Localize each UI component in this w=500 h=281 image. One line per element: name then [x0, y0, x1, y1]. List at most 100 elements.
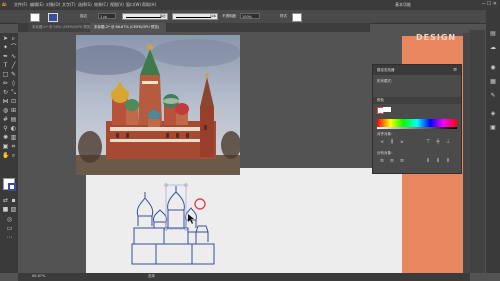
cursor-highlight-icon — [194, 198, 206, 210]
type-tool-icon[interactable]: T — [2, 62, 9, 69]
opacity-field[interactable]: 100% — [240, 13, 260, 19]
menu-edit[interactable]: 编辑(E) — [30, 2, 44, 8]
width-tool-icon[interactable]: ⋈ — [2, 98, 9, 105]
workspace-switcher[interactable]: 基本功能 — [395, 2, 411, 8]
selection-tool-icon[interactable]: ➤ — [2, 35, 9, 42]
eyedropper-tool-icon[interactable]: ⚲ — [2, 125, 9, 132]
slice-tool-icon[interactable]: ⌗ — [10, 143, 17, 150]
distribute-vcenter-icon[interactable]: ≡ — [389, 158, 395, 164]
pen-tool-icon[interactable]: ✒ — [2, 53, 9, 60]
artboard-tool-icon[interactable]: ▣ — [2, 143, 9, 150]
mesh-tool-icon[interactable]: # — [2, 116, 9, 123]
menu-type[interactable]: 文字(T) — [62, 2, 76, 8]
variable-width-profile[interactable]: 等比 — [122, 13, 168, 20]
color-section-header[interactable]: 颜色 — [373, 97, 461, 104]
current-tool-status: 选择 — [148, 274, 155, 278]
distribute-right-icon[interactable]: ⦀ — [445, 158, 451, 164]
tab-document-1[interactable]: 未标题-1* @ 50% (CMYK/GPU 预览) — [28, 23, 92, 32]
symbol-sprayer-tool-icon[interactable]: ✺ — [2, 134, 9, 141]
pencil-tool-icon[interactable]: ✏ — [2, 80, 9, 87]
menu-window[interactable]: 窗口(W) — [126, 2, 141, 8]
cursor-icon — [188, 214, 194, 224]
distribute-left-icon[interactable]: ⦀ — [425, 158, 431, 164]
panel-title: 路径查找器 — [377, 68, 395, 72]
menu-help[interactable]: 帮助(H) — [142, 2, 156, 8]
edit-toolbar-icon[interactable]: ⋯ — [6, 234, 13, 241]
align-top-icon[interactable]: ⊤ — [425, 139, 431, 145]
menu-object[interactable]: 对象(O) — [46, 2, 60, 8]
panel-menu-icon[interactable]: ≡ — [453, 67, 457, 73]
eraser-tool-icon[interactable]: ◊ — [10, 80, 17, 87]
zoom-level[interactable]: 66.67% — [32, 274, 45, 278]
rotate-tool-icon[interactable]: ↻ — [2, 89, 9, 96]
status-bar: 66.67% 选择 — [18, 273, 470, 281]
align-bottom-icon[interactable]: ⊥ — [445, 139, 451, 145]
color-mode-icon[interactable]: ■ — [2, 206, 9, 213]
distribute-hcenter-icon[interactable]: ⦀ — [435, 158, 441, 164]
artboards-panel-icon[interactable]: ▣ — [489, 124, 497, 132]
layers-panel-icon[interactable]: ◈ — [489, 110, 497, 118]
fill-swatch[interactable] — [30, 13, 40, 22]
stroke-weight-field[interactable]: 1 pt — [98, 13, 116, 19]
color-spectrum[interactable] — [377, 119, 457, 127]
free-transform-tool-icon[interactable]: ⊡ — [10, 98, 17, 105]
stroke-color-swatch[interactable] — [8, 183, 16, 191]
direct-selection-tool-icon[interactable]: ▹ — [10, 35, 17, 42]
libraries-panel-icon[interactable]: ☁ — [489, 44, 497, 52]
zoom-tool-icon[interactable]: ⌕ — [10, 152, 17, 159]
distribute-objects-label: 分布对象： — [377, 151, 395, 155]
window-controls[interactable]: ─ ☐ ✕ — [482, 1, 497, 7]
paintbrush-tool-icon[interactable]: ✎ — [10, 71, 17, 78]
align-center-icon[interactable]: ⫼ — [389, 139, 395, 145]
distribute-top-icon[interactable]: ≡ — [379, 158, 385, 164]
hand-tool-icon[interactable]: ✋ — [2, 152, 9, 159]
magic-wand-tool-icon[interactable]: ✦ — [2, 44, 9, 51]
menu-effect[interactable]: 效果(C) — [94, 2, 108, 8]
menu-view[interactable]: 视图(V) — [110, 2, 124, 8]
swap-fill-stroke-icon[interactable]: ⇄ — [2, 197, 9, 204]
panel-header[interactable]: 路径查找器 ≡ — [373, 65, 461, 75]
brush-definition[interactable]: 基本 — [172, 13, 218, 20]
rectangle-tool-icon[interactable]: □ — [2, 71, 9, 78]
left-dome — [136, 197, 154, 217]
graphic-style-swatch[interactable] — [292, 13, 302, 22]
cathedral-outline-drawing[interactable] — [130, 182, 220, 268]
color-section-label: 颜色 — [377, 98, 384, 102]
screen-mode-icon[interactable]: ▭ — [6, 225, 13, 232]
pathfinder-panel: 路径查找器 ≡ 形状模式： 颜色 对齐对象： ⫷ ⫼ ⫸ ⊤ ╪ ⊥ 分布对象：… — [372, 64, 462, 174]
menu-file[interactable]: 文件(F) — [14, 2, 27, 8]
brushes-panel-icon[interactable]: ✎ — [489, 92, 497, 100]
main-base — [131, 243, 215, 265]
distribute-bottom-icon[interactable]: ≡ — [399, 158, 405, 164]
swatches-panel-icon[interactable]: ▦ — [489, 78, 497, 86]
grayscale-ramp[interactable] — [377, 127, 457, 129]
vertical-scrollbar[interactable] — [463, 33, 470, 273]
placed-cathedral-photo[interactable] — [76, 35, 240, 175]
lasso-tool-icon[interactable]: ⌒ — [10, 44, 17, 51]
align-middle-icon[interactable]: ╪ — [435, 139, 441, 145]
curvature-tool-icon[interactable]: ∿ — [10, 53, 17, 60]
align-left-icon[interactable]: ⫷ — [379, 139, 385, 145]
tools-panel: ➤ ▹ ✦ ⌒ ✒ ∿ T ╱ □ ✎ ✏ ◊ ↻ ⤡ ⋈ ⊡ ◍ ⊞ # ▤ … — [0, 33, 18, 273]
blend-tool-icon[interactable]: ◐ — [10, 125, 17, 132]
stroke-swatch[interactable] — [48, 13, 58, 22]
central-dome — [167, 191, 185, 211]
column-graph-tool-icon[interactable]: ▥ — [10, 134, 17, 141]
color-panel-icon[interactable]: ◉ — [489, 64, 497, 72]
design-title: DESIGN — [416, 33, 457, 42]
draw-mode-icon[interactable]: ◎ — [6, 216, 13, 223]
shape-builder-tool-icon[interactable]: ◍ — [2, 107, 9, 114]
default-colors-icon[interactable]: ▪ — [10, 197, 17, 204]
panel-white-swatch[interactable] — [383, 107, 391, 112]
document-tab-bar: 未标题-1* @ 50% (CMYK/GPU 预览) 未标题-2* @ 66.6… — [18, 23, 370, 32]
gradient-mode-icon[interactable]: ▧ — [10, 206, 17, 213]
menu-select[interactable]: 选择(S) — [78, 2, 92, 8]
tab-document-2[interactable]: 未标题-2* @ 66.67% (CMYK/GPU 预览) — [90, 23, 166, 32]
perspective-grid-tool-icon[interactable]: ⊞ — [10, 107, 17, 114]
scale-tool-icon[interactable]: ⤡ — [10, 89, 17, 96]
gradient-tool-icon[interactable]: ▤ — [10, 116, 17, 123]
right-panel-icons: ▤ ☁ ◉ ▦ ✎ ◈ ▣ — [486, 10, 500, 273]
line-tool-icon[interactable]: ╱ — [10, 62, 17, 69]
align-right-icon[interactable]: ⫸ — [399, 139, 405, 145]
properties-panel-icon[interactable]: ▤ — [489, 30, 497, 38]
